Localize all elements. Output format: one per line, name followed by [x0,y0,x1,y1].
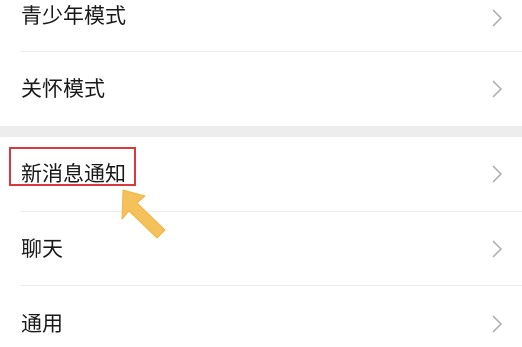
settings-item-care-mode[interactable]: 关怀模式 [0,52,522,126]
settings-item-label: 青少年模式 [21,4,126,28]
highlight-box [9,147,136,186]
pointing-arrow-icon [121,189,166,239]
settings-item-youth-mode[interactable]: 青少年模式 [0,0,522,52]
settings-item-label: 聊天 [21,237,63,261]
settings-screen: 青少年模式 关怀模式 新消息通知 聊天 通用 [0,0,522,347]
chevron-right-icon [492,315,503,333]
settings-item-chat[interactable]: 聊天 [0,212,522,286]
settings-item-label: 关怀模式 [21,77,105,101]
chevron-right-icon [492,9,503,27]
chevron-right-icon [492,165,503,183]
settings-item-general[interactable]: 通用 [0,286,522,347]
group-separator [0,126,522,137]
settings-item-label: 通用 [21,312,63,336]
chevron-right-icon [492,240,503,258]
chevron-right-icon [492,80,503,98]
